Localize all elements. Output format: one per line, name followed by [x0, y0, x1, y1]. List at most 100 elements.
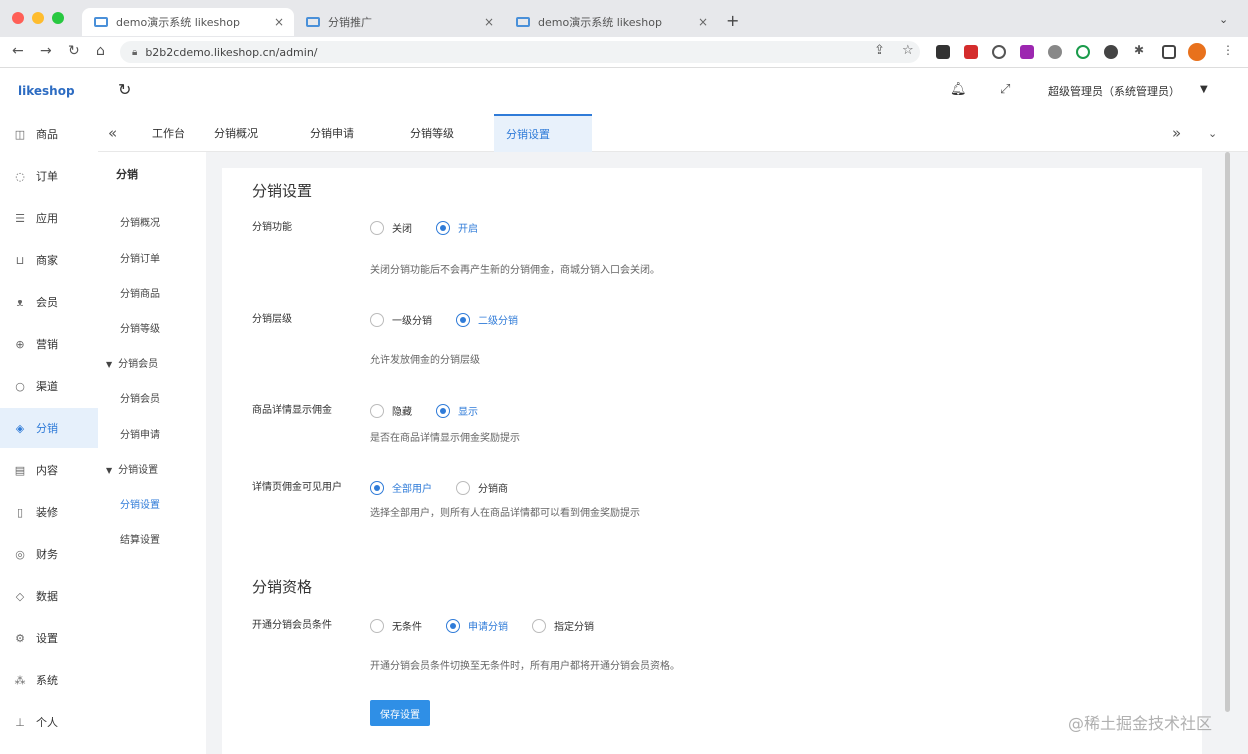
radio-option-selected[interactable]: 开启	[436, 220, 478, 235]
bookmark-star-icon[interactable]: ☆	[902, 43, 914, 58]
tab-distribution-overview[interactable]: 分销概况	[208, 114, 264, 152]
radio-circle[interactable]	[370, 618, 384, 633]
user-name[interactable]: 超级管理员（系统管理员）	[1048, 83, 1180, 99]
order-icon: ◌	[15, 169, 25, 183]
subnav-head: 分销	[116, 168, 138, 181]
radio-option[interactable]: 隐藏	[370, 403, 412, 418]
extension-icon[interactable]	[1076, 45, 1090, 59]
bell-icon[interactable]: 🔔︎	[950, 82, 967, 97]
puzzle-icon[interactable]: ✱	[1134, 43, 1144, 57]
radio-circle[interactable]	[456, 312, 470, 327]
sidebar-item-system[interactable]: ⁂ 系统	[0, 660, 98, 700]
subnav-item[interactable]: 分销商品	[98, 285, 206, 300]
radio-option[interactable]: 无条件	[370, 618, 422, 633]
sidepanel-icon[interactable]	[1162, 45, 1176, 59]
radio-circle[interactable]	[532, 618, 546, 633]
extension-icon[interactable]	[1020, 45, 1034, 59]
url-field[interactable]: 🔒︎ b2b2cdemo.likeshop.cn/admin/	[120, 41, 920, 63]
forward-icon[interactable]: →	[40, 43, 52, 59]
sidebar-item-channels[interactable]: ○ 渠道	[0, 366, 98, 406]
sidebar-item-finance[interactable]: ◎ 财务	[0, 534, 98, 574]
subnav-item[interactable]: 分销会员	[98, 390, 206, 405]
tab-distribution-level[interactable]: 分销等级	[404, 114, 460, 152]
sidebar-item-decoration[interactable]: ▯ 装修	[0, 492, 98, 532]
radio-circle[interactable]	[370, 220, 384, 235]
extension-icon[interactable]	[936, 45, 950, 59]
sidebar-item-apps[interactable]: ☰ 应用	[0, 198, 98, 238]
radio-option-selected[interactable]: 显示	[436, 403, 478, 418]
sidebar-item-distribution[interactable]: ◈ 分销	[0, 408, 98, 448]
radio-option[interactable]: 分销商	[456, 480, 508, 495]
close-window-icon[interactable]	[12, 12, 24, 24]
sidebar-item-members[interactable]: ᴥ 会员	[0, 282, 98, 322]
radio-option[interactable]: 一级分销	[370, 312, 432, 327]
radio-circle[interactable]	[370, 312, 384, 327]
extension-icon[interactable]	[964, 45, 978, 59]
sidebar-item-settings[interactable]: ⚙︎ 设置	[0, 618, 98, 658]
radio-circle[interactable]	[370, 403, 384, 418]
page-tabs-bar: « 工作台 分销概况 分销申请 分销等级 分销设置 » ⌄	[98, 114, 1248, 152]
subnav-group-members[interactable]: ▼ 分销会员	[98, 355, 206, 370]
share-icon[interactable]: ⇪	[874, 43, 885, 58]
scrollbar[interactable]	[1225, 152, 1230, 712]
tab-close-icon[interactable]: ×	[274, 15, 284, 29]
back-icon[interactable]: ←	[12, 43, 24, 59]
section-title: 分销设置	[252, 182, 313, 200]
subnav-item[interactable]: 分销等级	[98, 320, 206, 335]
tab-close-icon[interactable]: ×	[484, 15, 494, 29]
reload-icon[interactable]: ↻	[68, 43, 80, 59]
browser-tab-3[interactable]: demo演示系统 likeshop ×	[504, 8, 718, 36]
refresh-icon[interactable]: ↻	[118, 80, 131, 99]
subnav-item[interactable]: 分销申请	[98, 426, 206, 441]
caret-down-icon[interactable]: ▼	[1200, 84, 1208, 95]
tab-menu-icon[interactable]: ⌄	[1219, 13, 1228, 26]
expand-right-icon[interactable]: »	[1172, 114, 1181, 152]
subnav-item-active[interactable]: 分销设置	[98, 496, 206, 511]
tab-distribution-settings[interactable]: 分销设置	[494, 114, 592, 152]
sidebar-item-marketing[interactable]: ⊕ 营销	[0, 324, 98, 364]
tab-distribution-apply[interactable]: 分销申请	[304, 114, 360, 152]
tab-workbench[interactable]: 工作台	[146, 114, 191, 152]
radio-circle[interactable]	[436, 403, 450, 418]
tab-close-icon[interactable]: ×	[698, 15, 708, 29]
collapse-left-icon[interactable]: «	[108, 114, 117, 152]
browser-tab-2[interactable]: 分销推广 ×	[294, 8, 504, 36]
sidebar-item-content[interactable]: ▤ 内容	[0, 450, 98, 490]
profile-avatar[interactable]	[1188, 43, 1206, 61]
extension-icon[interactable]	[1048, 45, 1062, 59]
radio-label: 分销商	[478, 484, 508, 495]
radio-option[interactable]: 指定分销	[532, 618, 594, 633]
subnav-item[interactable]: 分销订单	[98, 250, 206, 265]
radio-option-selected[interactable]: 二级分销	[456, 312, 518, 327]
sidebar-item-orders[interactable]: ◌ 订单	[0, 156, 98, 196]
radio-circle[interactable]	[446, 618, 460, 633]
subnav-item[interactable]: 结算设置	[98, 531, 206, 546]
extension-icon[interactable]	[992, 45, 1006, 59]
home-icon[interactable]: ⌂	[96, 43, 105, 59]
fullscreen-icon[interactable]: ⤢	[1000, 82, 1010, 97]
field-hint: 选择全部用户，则所有人在商品详情都可以看到佣金奖励提示	[370, 508, 640, 519]
browser-tab-1[interactable]: demo演示系统 likeshop ×	[82, 8, 294, 36]
tabs-dropdown-icon[interactable]: ⌄	[1208, 114, 1217, 152]
subnav-item[interactable]: 分销概况	[98, 214, 206, 229]
more-menu-icon[interactable]: ⋮	[1222, 43, 1234, 57]
decorate-icon: ▯	[16, 505, 24, 519]
sidebar-item-personal[interactable]: ⊥ 个人	[0, 702, 98, 742]
sidebar-item-data[interactable]: ◇ 数据	[0, 576, 98, 616]
radio-option-selected[interactable]: 全部用户	[370, 480, 432, 495]
maximize-window-icon[interactable]	[52, 12, 64, 24]
sidebar-item-goods[interactable]: ◫ 商品	[0, 114, 98, 154]
radio-circle[interactable]	[436, 220, 450, 235]
radio-option[interactable]: 关闭	[370, 220, 412, 235]
extension-icon[interactable]	[1104, 45, 1118, 59]
radio-circle[interactable]	[456, 480, 470, 495]
subnav-group-settings[interactable]: ▼ 分销设置	[98, 461, 206, 476]
sidebar-item-merchants[interactable]: ⊔ 商家	[0, 240, 98, 280]
save-button[interactable]: 保存设置	[370, 700, 430, 726]
radio-circle[interactable]	[370, 480, 384, 495]
minimize-window-icon[interactable]	[32, 12, 44, 24]
marketing-icon: ⊕	[15, 337, 25, 351]
radio-option-selected[interactable]: 申请分销	[446, 618, 508, 633]
new-tab-button[interactable]: +	[726, 11, 739, 30]
subnav-group-label: 分销会员	[118, 359, 159, 370]
